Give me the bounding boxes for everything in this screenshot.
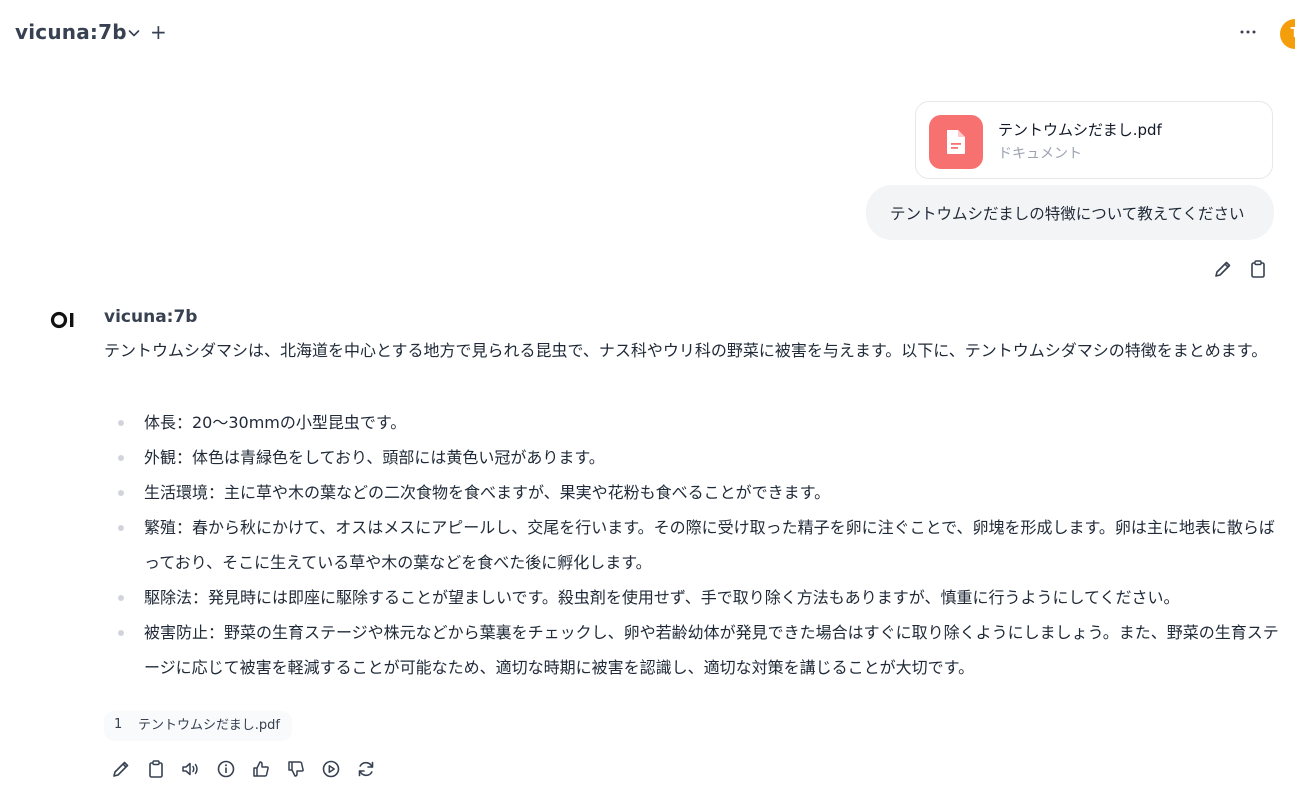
citation-chip[interactable]: 1 テントウムシだまし.pdf	[104, 711, 292, 741]
edit-icon[interactable]	[110, 758, 132, 780]
thumbs-down-icon[interactable]	[285, 758, 307, 780]
list-item: 繁殖：春から秋にかけて、オスはメスにアピールし、交尾を行います。その際に受け取っ…	[104, 510, 1284, 580]
list-item-text: 繁殖：春から秋にかけて、オスはメスにアピールし、交尾を行います。その際に受け取っ…	[144, 518, 1275, 572]
list-item-text: 生活環境：主に草や木の葉などの二次食物を食べますが、果実や花粉も食べることができ…	[144, 483, 831, 502]
chevron-down-icon[interactable]	[126, 25, 142, 41]
read-aloud-speaker-icon[interactable]	[180, 758, 202, 780]
bullet-dot	[118, 490, 124, 496]
new-chat-plus-button[interactable]: +	[150, 20, 167, 44]
regenerate-icon[interactable]	[355, 758, 377, 780]
info-icon[interactable]	[215, 758, 237, 780]
file-type: ドキュメント	[998, 146, 1082, 162]
citation-file-name: テントウムシだまし.pdf	[138, 718, 280, 733]
list-item: 駆除法：発見時には即座に駆除することが望ましいです。殺虫剤を使用せず、手で取り除…	[104, 580, 1284, 615]
attached-file-card[interactable]: テントウムシだまし.pdf ドキュメント	[915, 101, 1273, 179]
bullet-dot	[118, 595, 124, 601]
copy-icon[interactable]	[145, 758, 167, 780]
assistant-name: vicuna:7b	[104, 307, 198, 327]
list-item-text: 体長：20〜30mmの小型昆虫です。	[144, 413, 407, 432]
user-message-text: テントウムシだましの特徴について教えてください	[890, 205, 1245, 223]
list-item-text: 駆除法：発見時には即座に駆除することが望ましいです。殺虫剤を使用せず、手で取り除…	[144, 588, 1180, 607]
citation-number: 1	[114, 717, 123, 732]
list-item: 生活環境：主に草や木の葉などの二次食物を食べますが、果実や花粉も食べることができ…	[104, 475, 1284, 510]
user-message-bubble: テントウムシだましの特徴について教えてください	[866, 185, 1274, 240]
bullet-dot	[118, 525, 124, 531]
top-bar: vicuna:7b + T	[0, 0, 1295, 68]
assistant-intro-text: テントウムシダマシは、北海道を中心とする地方で見られる昆虫で、ナス科やウリ科の野…	[104, 341, 1268, 360]
bullet-dot	[118, 630, 124, 636]
assistant-logo-icon	[50, 309, 80, 331]
thumbs-up-icon[interactable]	[250, 758, 272, 780]
play-circle-icon[interactable]	[320, 758, 342, 780]
more-options-icon[interactable]	[1236, 20, 1260, 44]
bullet-dot	[118, 420, 124, 426]
list-item: 体長：20〜30mmの小型昆虫です。	[104, 405, 1284, 440]
list-item-text: 被害防止：野菜の生育ステージや株元などから葉裏をチェックし、卵や若齢幼体が発見で…	[144, 623, 1279, 677]
user-avatar[interactable]: T	[1280, 19, 1295, 49]
copy-icon[interactable]	[1247, 258, 1269, 280]
document-icon	[929, 115, 983, 169]
edit-icon[interactable]	[1212, 258, 1234, 280]
list-item: 外観：体色は青緑色をしており、頭部には黄色い冠があります。	[104, 440, 1284, 475]
model-selector[interactable]: vicuna:7b	[15, 20, 127, 44]
bullet-dot	[118, 455, 124, 461]
assistant-bullet-list: 体長：20〜30mmの小型昆虫です。 外観：体色は青緑色をしており、頭部には黄色…	[104, 405, 1284, 685]
file-name: テントウムシだまし.pdf	[998, 121, 1162, 139]
list-item: 被害防止：野菜の生育ステージや株元などから葉裏をチェックし、卵や若齢幼体が発見で…	[104, 615, 1284, 685]
list-item-text: 外観：体色は青緑色をしており、頭部には黄色い冠があります。	[144, 448, 605, 467]
